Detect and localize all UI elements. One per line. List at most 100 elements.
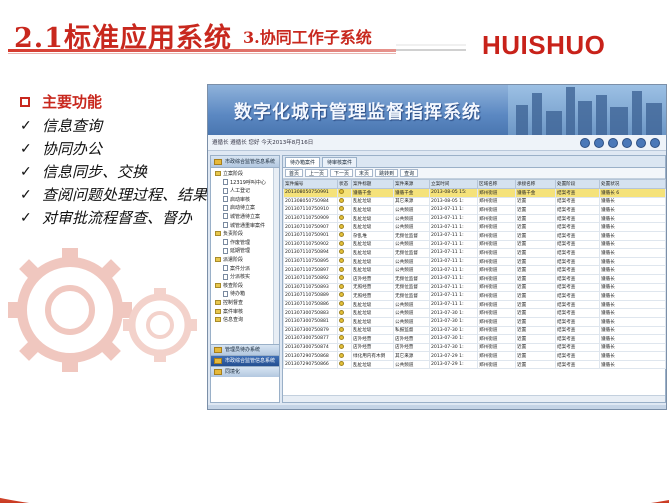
folder-icon — [215, 282, 221, 288]
tree-node[interactable]: 信息查询 — [211, 316, 279, 325]
pager-button[interactable]: 下一页 — [330, 169, 354, 177]
pager-button[interactable]: 末页 — [355, 169, 374, 177]
tree-node[interactable]: 启动待立案 — [211, 204, 279, 213]
tree-node[interactable]: 立案阶段 — [211, 170, 279, 179]
tree-node[interactable]: 城管通待立案 — [211, 213, 279, 222]
table-row[interactable]: 201307110750895 乱扯垃圾 公共频道 2013-07-11 1: 郑州街道… — [283, 256, 666, 267]
tree-node[interactable]: 启动审核 — [211, 196, 279, 205]
table-row[interactable]: 201307290750866 乱扯垃圾 公共频道 2013-07-29 1: 郑州街道… — [283, 359, 666, 370]
table-cell: 其它来源 — [393, 351, 430, 361]
sidebar-section[interactable]: 市政综合监管信息系统 — [211, 355, 279, 366]
table-row[interactable]: 201307110750892 店外经营 无频位监督 2013-07-11 1: 郑州街… — [283, 273, 666, 284]
table-cell: 近置 — [515, 230, 556, 241]
tree-node[interactable]: 控制督查 — [211, 299, 279, 308]
table-row[interactable]: 201307110750909 乱扯垃圾 公共频道 2013-07-11 1: 郑州街道… — [283, 213, 666, 224]
exit-icon[interactable] — [650, 138, 660, 148]
table-row[interactable]: 201307110750897 乱扯垃圾 公共频道 2013-07-11 1: 郑州街道… — [283, 265, 666, 275]
tree-node[interactable]: 人工登记 — [211, 187, 279, 196]
tree-node[interactable]: 分派核实 — [211, 273, 279, 282]
table-cell: 公共频道 — [393, 316, 430, 327]
tree-node[interactable]: 城管通重审案件 — [211, 222, 279, 231]
table-cell: 2013-07-11 1: — [429, 205, 478, 215]
table-row[interactable]: 201307110750902 乱扯垃圾 公共频道 2013-07-11 1: 郑州街道… — [283, 239, 666, 250]
tree-node[interactable]: 作废管理 — [211, 239, 279, 248]
column-header[interactable]: 案件来源 — [393, 179, 430, 189]
pager-button[interactable]: 上一页 — [305, 169, 329, 177]
table-row[interactable]: 201307300750877 店外经营 店外经营 2013-07-30 1: 郑州街道… — [283, 334, 666, 344]
table-row[interactable]: 201307290750868 绿化用内有木倒 其它来源 2013-07-29 1: 郑… — [283, 351, 666, 361]
tree-node-label: 信息查询 — [223, 317, 244, 324]
table-cell: 郑州街道 — [477, 316, 516, 327]
sidebar-header[interactable]: 市政综合监管信息系统 — [211, 156, 279, 168]
table-cell: 2013-07-11 1: — [429, 248, 478, 258]
status-icon — [339, 206, 344, 212]
tree-node-label: 启动待立案 — [230, 205, 256, 212]
tab[interactable]: 待办箱案件 — [285, 157, 321, 167]
table-cell: 无频位监督 — [393, 282, 430, 293]
home-icon[interactable] — [580, 138, 590, 148]
tree-node[interactable]: 待办箱 — [211, 290, 279, 299]
message-icon[interactable] — [608, 138, 618, 148]
table-row[interactable]: 201307110750886 乱扯垃圾 公共频道 2013-07-11 1: 郑州街道… — [283, 299, 666, 310]
status-cell — [337, 325, 352, 336]
column-header[interactable]: 承接名称 — [515, 179, 556, 189]
tree-node[interactable]: 派遣阶段 — [211, 256, 279, 265]
column-header[interactable]: 案件标题 — [351, 179, 394, 189]
table-row[interactable]: 201307110750910 乱扯垃圾 公共频道 2013-07-11 1: 郑州街道… — [283, 205, 666, 215]
column-header[interactable]: 立案时间 — [429, 179, 478, 189]
tree-node-label: 城管通重审案件 — [230, 222, 266, 229]
tree-node[interactable]: 12319呼叫中心 — [211, 179, 279, 188]
column-header[interactable]: 状态 — [337, 179, 352, 189]
table-row[interactable]: 201307110750889 无照经营 无频位监督 2013-07-11 1: 郑州街… — [283, 291, 666, 301]
table-row[interactable]: 201307110750894 乱扯垃圾 无频位监督 2013-07-11 1: 郑州街… — [283, 248, 666, 258]
table-row[interactable]: 201307110750893 无照经营 无频位监督 2013-07-11 1: 郑州街… — [283, 282, 666, 293]
table-row[interactable]: 201307300750881 乱扯垃圾 公共频道 2013-07-30 1: 郑州街道… — [283, 316, 666, 327]
table-cell: 郑州街道 — [477, 291, 516, 301]
table-row[interactable]: 201308050750984 乱扯垃圾 其它来源 2013-08-05 1: 郑州街道… — [283, 196, 666, 207]
checkmark-icon: ✓ — [20, 187, 32, 203]
table-row[interactable]: 201307300750883 乱扯垃圾 公共频道 2013-07-30 1: 郑州街道… — [283, 308, 666, 318]
column-header[interactable]: 处置阶段 — [555, 179, 600, 189]
column-header[interactable]: 处置状况 — [599, 179, 666, 189]
sidebar-scrollbar[interactable] — [273, 168, 279, 344]
column-header[interactable]: 案件编号 — [283, 179, 338, 189]
table-row[interactable]: 201307110750901 杂乱堆 无频位监督 2013-07-11 1: 郑州街道… — [283, 230, 666, 241]
sidebar-section[interactable]: 同境化 — [211, 366, 279, 377]
column-header[interactable]: 区域名称 — [477, 179, 516, 189]
feature-item: ✓ 查阅问题处理过程、结果 — [20, 184, 210, 206]
status-cell — [337, 256, 352, 267]
refresh-icon[interactable] — [594, 138, 604, 148]
sidebar-header-label: 市政综合监管信息系统 — [225, 159, 276, 165]
tree-node[interactable]: 延期管理 — [211, 247, 279, 256]
pager-button[interactable]: 首页 — [285, 169, 304, 177]
table-scrollbar[interactable] — [283, 395, 665, 402]
table-row[interactable]: 201308050750991 遵循千金 遵循千金 2013-08-05 15: 郑州街… — [283, 188, 666, 198]
tree-node-label: 立案阶段 — [223, 171, 244, 177]
sidebar-section[interactable]: 管理员待办系统 — [211, 344, 279, 355]
table-row[interactable]: 201307300750874 店外经营 店外经营 2013-07-30 1: 郑州街道… — [283, 342, 666, 353]
table-cell: 公共频道 — [393, 213, 430, 224]
tree-node[interactable]: 负责阶段 — [211, 230, 279, 239]
tree-node-label: 核查阶段 — [223, 282, 244, 289]
status-icon — [339, 198, 344, 203]
settings-icon[interactable] — [622, 138, 632, 148]
table-cell: 结案考查 — [555, 325, 600, 336]
gears-decoration — [8, 248, 197, 372]
tree-node[interactable]: 案件分派 — [211, 265, 279, 274]
table-cell: 私报监督 — [393, 325, 430, 336]
help-icon[interactable] — [636, 138, 646, 148]
pager-button[interactable]: 跳转到 — [375, 169, 399, 177]
table-cell: 遵循长 — [599, 359, 666, 370]
tree-node[interactable]: 核查阶段 — [211, 282, 279, 291]
table-cell: 近置 — [515, 299, 556, 310]
tab[interactable]: 待审核案件 — [322, 157, 358, 167]
status-cell — [337, 230, 352, 241]
table-row[interactable]: 201307110750907 乱扯垃圾 公共频道 2013-07-11 1: 郑州街道… — [283, 222, 666, 232]
slide-subtitle: 3.协同工作子系统 — [243, 28, 372, 47]
pager-button[interactable]: 查询 — [400, 169, 419, 177]
tree-node[interactable]: 案件审核 — [211, 308, 279, 317]
status-cell — [337, 239, 352, 250]
table-cell: 乱扯垃圾 — [351, 213, 394, 224]
table-row[interactable]: 201307300750879 乱扯垃圾 私报监督 2013-07-30 1: 郑州街道… — [283, 325, 666, 336]
table-cell: 近置 — [515, 342, 556, 353]
